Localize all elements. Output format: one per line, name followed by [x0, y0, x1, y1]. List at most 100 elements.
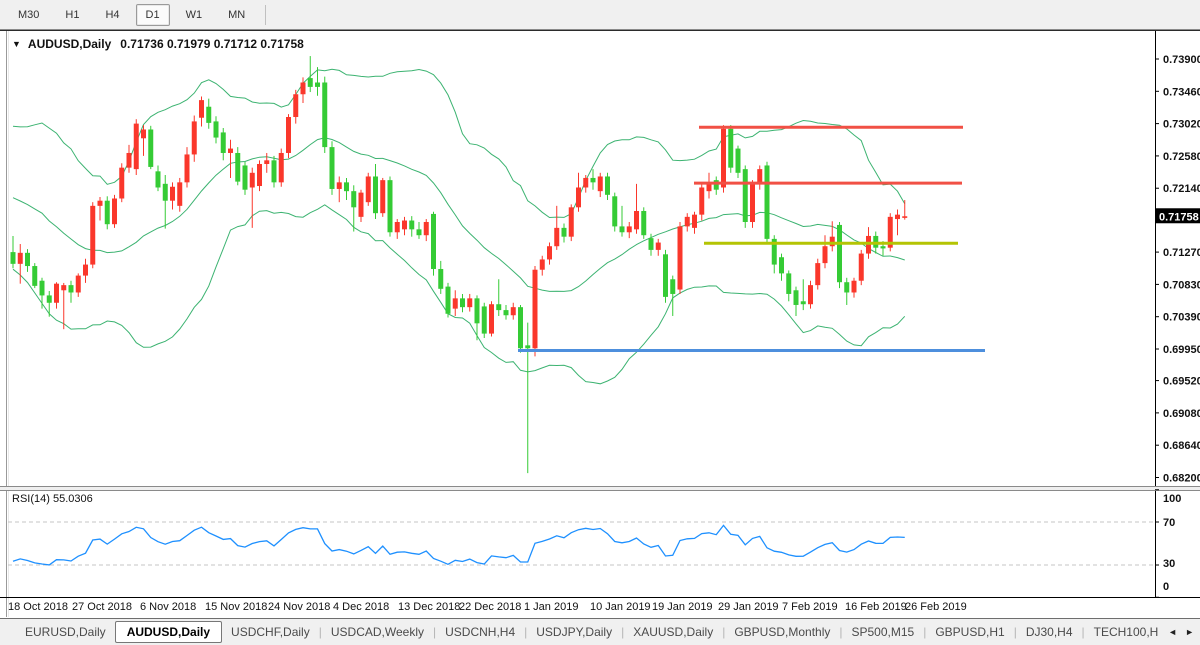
price-tick-label: 0.73460: [1163, 86, 1200, 98]
candlestick: [569, 207, 574, 236]
candlestick: [105, 201, 110, 224]
candlestick: [460, 298, 465, 307]
candlestick: [351, 191, 356, 207]
candlestick: [823, 246, 828, 263]
chart-tab-usdcad-3[interactable]: USDCAD,Weekly: [322, 622, 433, 642]
candlestick: [54, 284, 59, 303]
candlestick: [330, 147, 335, 189]
chart-tab-eurusd-0[interactable]: EURUSD,Daily: [16, 622, 115, 642]
chart-tab-tech100-11[interactable]: TECH100,H: [1085, 622, 1168, 642]
timeframe-toolbar: M30 H1 H4 D1 W1MN: [0, 0, 1200, 30]
ohlc-readout: 0.71736 0.71979 0.71712 0.71758: [120, 37, 304, 51]
candlestick: [685, 217, 690, 227]
timeframe-button-M30[interactable]: M30: [8, 4, 49, 26]
candlestick: [525, 345, 530, 348]
date-label: 6 Nov 2018: [140, 601, 196, 613]
candlestick: [801, 301, 806, 304]
candlestick: [61, 285, 66, 290]
timeframe-button-D1[interactable]: D1: [136, 4, 170, 26]
timeframe-button-W1[interactable]: W1: [176, 4, 213, 26]
candlestick: [235, 153, 240, 182]
current-price-label: 0.71758: [1159, 211, 1199, 223]
price-tick-label: 0.69950: [1163, 344, 1200, 356]
timeframe-button-H4[interactable]: H4: [95, 4, 129, 26]
rsi-tick-label: 70: [1163, 517, 1175, 529]
candlestick: [257, 164, 262, 186]
chart-canvas[interactable]: 0.739000.734600.730200.725800.721400.712…: [0, 30, 1200, 618]
candlestick: [786, 273, 791, 294]
timeframe-button-H1[interactable]: H1: [55, 4, 89, 26]
date-label: 18 Oct 2018: [8, 601, 68, 613]
candlestick: [794, 290, 799, 305]
chart-tab-usdchf-2[interactable]: USDCHF,Daily: [222, 622, 319, 642]
candlestick: [90, 206, 95, 265]
timeframe-button-MN[interactable]: MN: [218, 4, 255, 26]
candlestick: [272, 160, 277, 182]
candlestick: [395, 222, 400, 232]
date-label: 7 Feb 2019: [782, 601, 838, 613]
candlestick: [663, 254, 668, 297]
candlestick: [678, 226, 683, 289]
candlestick: [293, 94, 298, 117]
price-tick-label: 0.68200: [1163, 473, 1200, 485]
candlestick: [743, 169, 748, 222]
candlestick: [670, 279, 675, 294]
chart-tab-sp500-8[interactable]: SP500,M15: [843, 622, 924, 642]
candlestick: [591, 178, 596, 182]
candlestick: [301, 82, 306, 94]
price-tick-label: 0.70390: [1163, 312, 1200, 324]
chart-tab-dj30-10[interactable]: DJ30,H4: [1017, 622, 1082, 642]
pane-separator-handle[interactable]: [0, 487, 1200, 490]
candlestick: [852, 281, 857, 293]
candlestick: [511, 307, 516, 315]
candlestick: [127, 153, 132, 168]
candlestick: [699, 187, 704, 214]
candlestick: [199, 100, 204, 118]
date-label: 16 Feb 2019: [845, 601, 907, 613]
candlestick: [337, 182, 342, 189]
candlestick: [250, 173, 255, 188]
candlestick: [446, 287, 451, 314]
candlestick: [388, 180, 393, 232]
chart-tab-gbpusd-7[interactable]: GBPUSD,Monthly: [725, 622, 839, 642]
rsi-tick-label: 0: [1163, 581, 1169, 593]
candlestick: [214, 121, 219, 137]
candlestick: [47, 295, 52, 302]
candlestick: [750, 182, 755, 222]
symbol-dropdown-icon[interactable]: ▼: [12, 39, 21, 49]
candlestick: [620, 226, 625, 232]
chart-tab-usdjpy-5[interactable]: USDJPY,Daily: [527, 622, 621, 642]
candlestick: [69, 285, 74, 292]
candlestick: [25, 253, 30, 266]
candlestick: [895, 215, 900, 219]
candlestick: [808, 285, 813, 304]
candlestick: [598, 176, 603, 191]
candlestick: [344, 182, 349, 191]
tab-scroll-left-icon[interactable]: ◄: [1168, 627, 1177, 637]
candlestick: [714, 180, 719, 190]
chart-tab-audusd-1[interactable]: AUDUSD,Daily: [115, 621, 222, 643]
candlestick: [18, 253, 23, 264]
candlestick: [380, 180, 385, 213]
candlestick: [359, 193, 364, 217]
candlestick: [641, 211, 646, 235]
date-label: 10 Jan 2019: [590, 601, 651, 613]
candlestick: [286, 117, 291, 153]
candlestick: [475, 298, 480, 323]
candlestick: [177, 182, 182, 205]
candlestick: [533, 270, 538, 349]
chart-tab-gbpusd-9[interactable]: GBPUSD,H1: [926, 622, 1013, 642]
candlestick: [206, 107, 211, 123]
chart-tab-usdcnh-4[interactable]: USDCNH,H4: [436, 622, 524, 642]
chart-tab-xauusd-6[interactable]: XAUUSD,Daily: [624, 622, 722, 642]
candlestick: [482, 306, 487, 333]
rsi-current-value: 55.0306: [53, 493, 93, 505]
candlestick: [119, 168, 124, 199]
chart-title: ▼ AUDUSD,Daily 0.71736 0.71979 0.71712 0…: [12, 37, 304, 51]
candlestick: [308, 78, 313, 87]
chart-area: 0.739000.734600.730200.725800.721400.712…: [0, 30, 1200, 618]
candlestick: [76, 276, 81, 293]
tab-scroll-controls: ◄ ►: [1168, 627, 1200, 637]
tab-scroll-right-icon[interactable]: ►: [1185, 627, 1194, 637]
date-label: 29 Jan 2019: [718, 601, 779, 613]
